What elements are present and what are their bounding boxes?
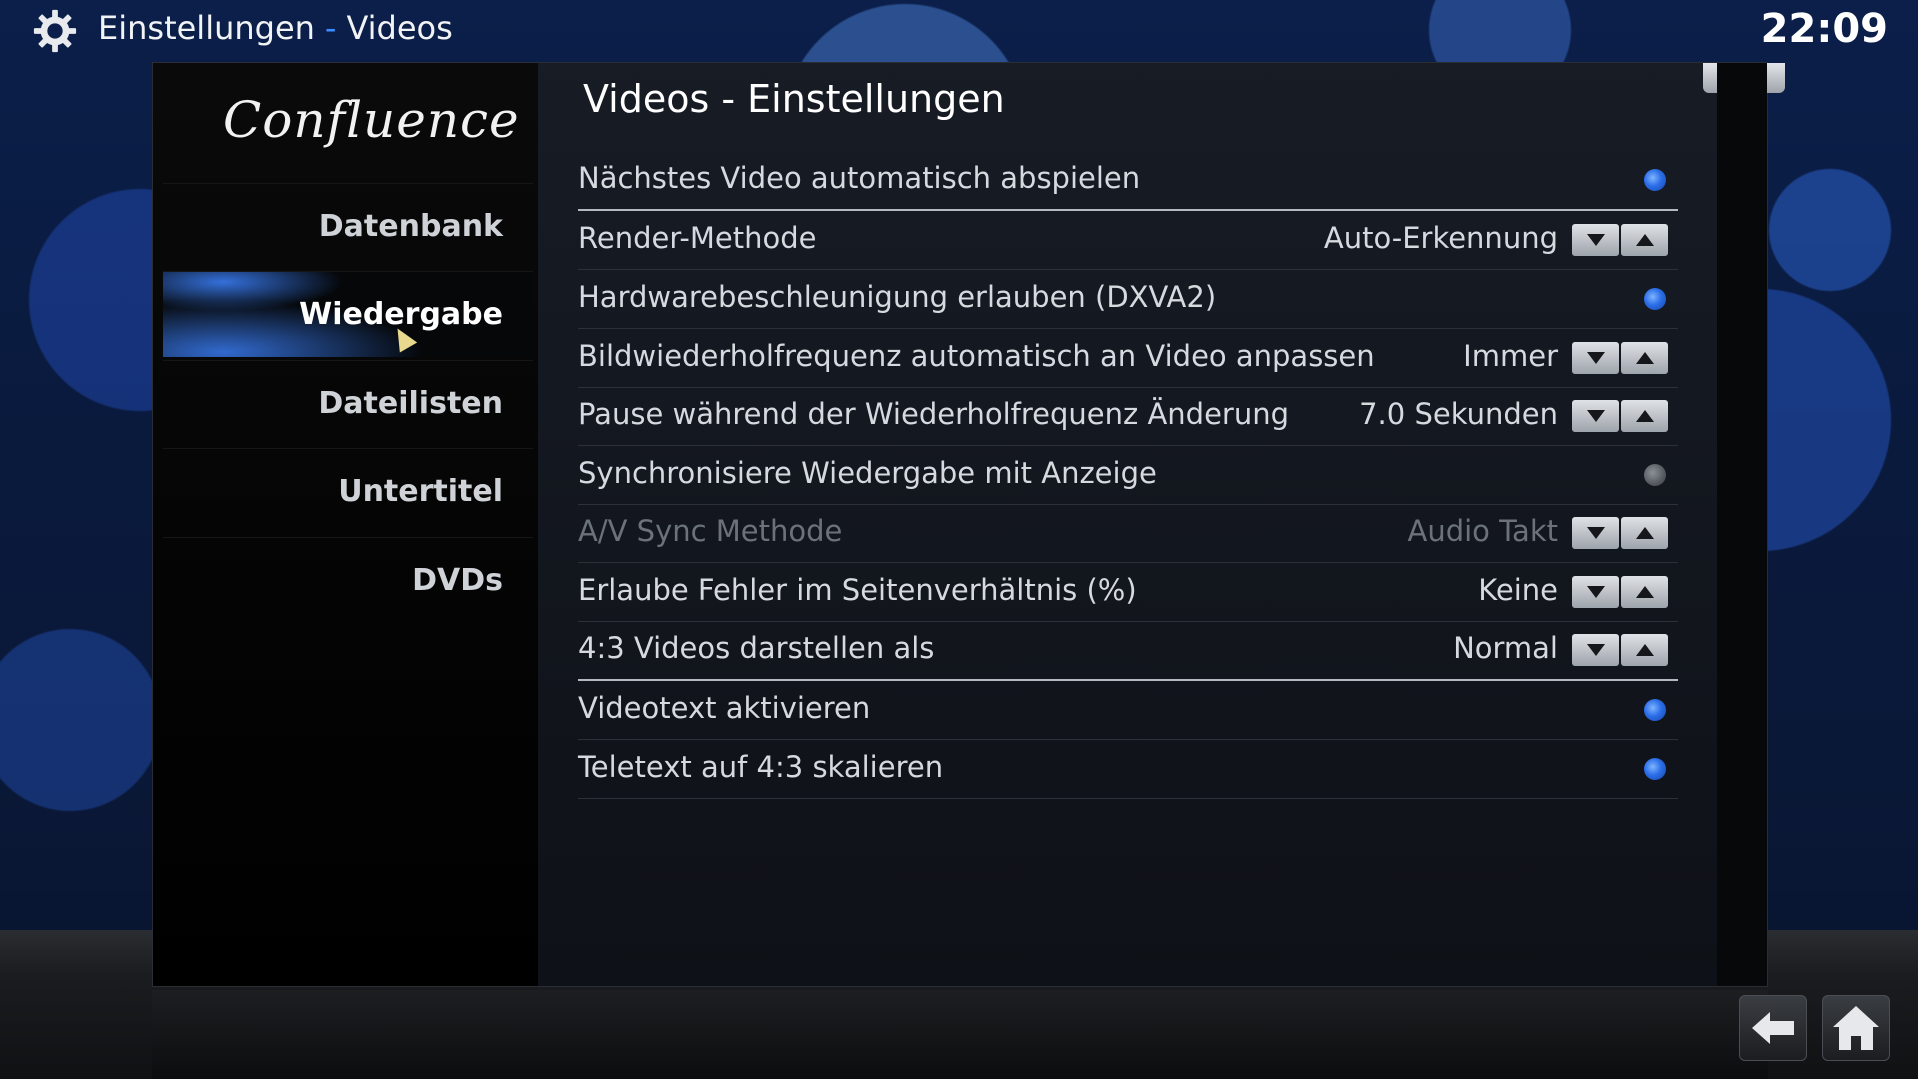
- increase-button[interactable]: [1621, 342, 1668, 374]
- breadcrumb: Einstellungen - Videos: [98, 9, 453, 47]
- increase-button[interactable]: [1621, 224, 1668, 256]
- sidebar: Confluence Datenbank Wiedergabe Dateilis…: [153, 63, 538, 986]
- sidebar-item-untertitel[interactable]: Untertitel: [163, 448, 533, 534]
- spin-control: [1572, 224, 1668, 256]
- setting-label: Pause während der Wiederholfrequenz Ände…: [578, 397, 1290, 431]
- arrow-down-icon: [1586, 410, 1605, 422]
- setting-value: Keine: [1478, 573, 1558, 607]
- toggle-on-icon[interactable]: [1644, 758, 1666, 780]
- setting-value: Immer: [1463, 339, 1558, 373]
- setting-row[interactable]: Videotext aktivieren: [578, 681, 1678, 740]
- spin-control: [1572, 576, 1668, 608]
- settings-window: Confluence Datenbank Wiedergabe Dateilis…: [152, 62, 1785, 987]
- home-icon: [1833, 1006, 1879, 1050]
- breadcrumb-page: Videos: [346, 9, 453, 47]
- spin-control: [1572, 400, 1668, 432]
- decrease-button: [1572, 517, 1619, 549]
- arrow-down-icon: [1586, 586, 1605, 598]
- spin-control: [1572, 517, 1668, 549]
- setting-row[interactable]: 4:3 Videos darstellen als Normal: [578, 621, 1678, 681]
- arrow-up-icon: [1635, 234, 1654, 246]
- arrow-down-icon: [1586, 644, 1605, 656]
- arrow-down-icon: [1586, 352, 1605, 364]
- decrease-button[interactable]: [1572, 224, 1619, 256]
- back-arrow-icon: [1752, 1012, 1794, 1044]
- decrease-button[interactable]: [1572, 634, 1619, 666]
- sidebar-item-datenbank[interactable]: Datenbank: [163, 183, 533, 269]
- setting-row[interactable]: Teletext auf 4:3 skalieren: [578, 740, 1678, 799]
- home-button[interactable]: [1822, 995, 1890, 1061]
- setting-value: Normal: [1453, 631, 1558, 665]
- setting-value: 7.0 Sekunden: [1359, 397, 1558, 431]
- setting-label: Synchronisiere Wiedergabe mit Anzeige: [578, 456, 1157, 490]
- setting-label: Bildwiederholfrequenz automatisch an Vid…: [578, 339, 1375, 373]
- setting-row[interactable]: Pause während der Wiederholfrequenz Ände…: [578, 387, 1678, 446]
- spin-control: [1572, 342, 1668, 374]
- settings-content: Videos - Einstellungen × Nächstes Video …: [538, 63, 1785, 986]
- setting-label: 4:3 Videos darstellen als: [578, 631, 935, 665]
- increase-button[interactable]: [1621, 634, 1668, 666]
- bottom-panel: [152, 990, 1768, 1079]
- setting-label: Erlaube Fehler im Seitenverhältnis (%): [578, 573, 1137, 607]
- setting-label: Teletext auf 4:3 skalieren: [578, 750, 944, 784]
- arrow-up-icon: [1635, 410, 1654, 422]
- increase-button[interactable]: [1621, 576, 1668, 608]
- arrow-up-icon: [1635, 527, 1654, 539]
- arrow-down-icon: [1586, 234, 1605, 246]
- top-bar: Einstellungen - Videos 22:09: [0, 0, 1918, 62]
- setting-row[interactable]: Synchronisiere Wiedergabe mit Anzeige: [578, 446, 1678, 505]
- toggle-on-icon[interactable]: [1644, 699, 1666, 721]
- setting-label: Render-Methode: [578, 221, 817, 255]
- toggle-off-icon[interactable]: [1644, 464, 1666, 486]
- setting-row[interactable]: Bildwiederholfrequenz automatisch an Vid…: [578, 329, 1678, 388]
- setting-row[interactable]: Nächstes Video automatisch abspielen: [578, 151, 1678, 211]
- decrease-button[interactable]: [1572, 576, 1619, 608]
- increase-button: [1621, 517, 1668, 549]
- sidebar-item-dvds[interactable]: DVDs: [163, 537, 533, 623]
- sidebar-item-dateilisten[interactable]: Dateilisten: [163, 360, 533, 446]
- toggle-on-icon[interactable]: [1644, 288, 1666, 310]
- setting-row: A/V Sync Methode Audio Takt: [578, 504, 1678, 563]
- back-button[interactable]: [1739, 995, 1807, 1061]
- setting-value: Auto-Erkennung: [1323, 221, 1558, 255]
- setting-label: Nächstes Video automatisch abspielen: [578, 161, 1141, 195]
- setting-label: Hardwarebeschleunigung erlauben (DXVA2): [578, 280, 1217, 314]
- arrow-up-icon: [1635, 644, 1654, 656]
- setting-value: Audio Takt: [1407, 514, 1559, 548]
- decrease-button[interactable]: [1572, 342, 1619, 374]
- clock: 22:09: [1760, 6, 1888, 52]
- arrow-up-icon: [1635, 352, 1654, 364]
- page-title: Videos - Einstellungen: [583, 77, 1005, 121]
- spin-control: [1572, 634, 1668, 666]
- sidebar-item-wiedergabe[interactable]: Wiedergabe: [163, 271, 533, 357]
- window-right-edge: [1717, 63, 1767, 986]
- setting-label: A/V Sync Methode: [578, 514, 843, 548]
- breadcrumb-separator: -: [324, 9, 337, 47]
- decrease-button[interactable]: [1572, 400, 1619, 432]
- toggle-on-icon[interactable]: [1644, 169, 1666, 191]
- setting-row[interactable]: Hardwarebeschleunigung erlauben (DXVA2): [578, 270, 1678, 329]
- setting-label: Videotext aktivieren: [578, 691, 871, 725]
- arrow-down-icon: [1586, 527, 1605, 539]
- setting-row[interactable]: Render-Methode Auto-Erkennung: [578, 211, 1678, 270]
- confluence-logo: Confluence: [223, 91, 520, 149]
- breadcrumb-section: Einstellungen: [98, 9, 315, 47]
- setting-row[interactable]: Erlaube Fehler im Seitenverhältnis (%) K…: [578, 563, 1678, 622]
- increase-button[interactable]: [1621, 400, 1668, 432]
- gear-icon: [33, 9, 77, 53]
- arrow-up-icon: [1635, 586, 1654, 598]
